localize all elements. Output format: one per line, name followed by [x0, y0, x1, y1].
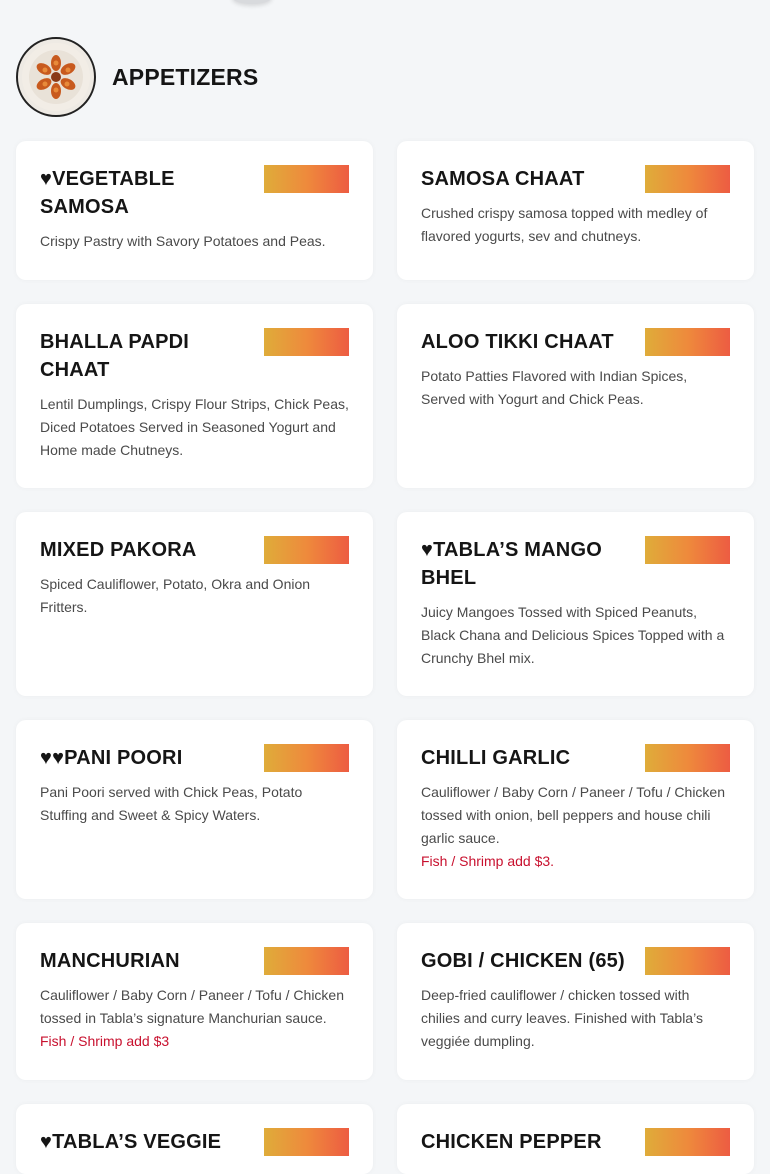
- item-description: Crispy Pastry with Savory Potatoes and P…: [40, 233, 326, 249]
- menu-item-card[interactable]: CHILLI GARLIC Cauliflower / Baby Corn / …: [397, 720, 754, 899]
- section-title: APPETIZERS: [112, 63, 259, 90]
- menu-item-card[interactable]: ♥TABLA’S MANGO BHEL Juicy Mangoes Tossed…: [397, 512, 754, 696]
- price-tag: [264, 744, 349, 772]
- price-tag: [264, 536, 349, 564]
- item-extra-note: Fish / Shrimp add $3: [40, 1033, 170, 1049]
- item-description: Crushed crispy samosa topped with medley…: [421, 205, 708, 244]
- price-tag: [264, 1128, 349, 1156]
- section-header: APPETIZERS: [16, 37, 258, 117]
- item-name: GOBI / CHICKEN (65): [421, 950, 625, 972]
- item-name: ALOO TIKKI CHAAT: [421, 331, 614, 353]
- menu-grid: ♥VEGETABLE SAMOSA Crispy Pastry with Sav…: [16, 141, 754, 1174]
- price-tag: [645, 947, 730, 975]
- item-description: Cauliflower / Baby Corn / Paneer / Tofu …: [421, 784, 726, 846]
- menu-item-card[interactable]: ♥♥PANI POORI Pani Poori served with Chic…: [16, 720, 373, 899]
- item-description: Spiced Cauliflower, Potato, Okra and Oni…: [40, 576, 311, 615]
- price-tag: [264, 947, 349, 975]
- menu-item-card[interactable]: MANCHURIAN Cauliflower / Baby Corn / Pan…: [16, 923, 373, 1080]
- item-name: ♥TABLA’S VEGGIE: [40, 1131, 222, 1153]
- item-name: SAMOSA CHAAT: [421, 168, 585, 190]
- price-tag: [645, 165, 730, 193]
- appetizer-plate-icon: [22, 43, 90, 111]
- item-name: CHICKEN PEPPER: [421, 1131, 602, 1153]
- item-name: ♥VEGETABLE SAMOSA: [40, 168, 175, 218]
- item-extra-note: Fish / Shrimp add $3.: [421, 853, 555, 869]
- price-tag: [264, 165, 349, 193]
- menu-item-card[interactable]: CHICKEN PEPPER: [397, 1104, 754, 1174]
- item-description: Juicy Mangoes Tossed with Spiced Peanuts…: [421, 604, 725, 666]
- price-tag: [645, 328, 730, 356]
- item-name: CHILLI GARLIC: [421, 747, 571, 769]
- item-description: Deep-fried cauliflower / chicken tossed …: [421, 987, 703, 1049]
- menu-item-card[interactable]: BHALLA PAPDI CHAAT Lentil Dumplings, Cri…: [16, 304, 373, 488]
- item-description: Pani Poori served with Chick Peas, Potat…: [40, 784, 303, 823]
- menu-item-card[interactable]: MIXED PAKORA Spiced Cauliflower, Potato,…: [16, 512, 373, 696]
- price-tag: [645, 536, 730, 564]
- item-name: MANCHURIAN: [40, 950, 180, 972]
- item-description: Lentil Dumplings, Crispy Flour Strips, C…: [40, 396, 349, 458]
- item-name: BHALLA PAPDI CHAAT: [40, 331, 190, 381]
- item-description: Potato Patties Flavored with Indian Spic…: [421, 368, 688, 407]
- price-tag: [264, 328, 349, 356]
- appetizer-plate-image: [16, 37, 96, 117]
- menu-item-card[interactable]: ♥TABLA’S VEGGIE: [16, 1104, 373, 1174]
- item-description: Cauliflower / Baby Corn / Paneer / Tofu …: [40, 987, 345, 1026]
- menu-item-card[interactable]: ALOO TIKKI CHAAT Potato Patties Flavored…: [397, 304, 754, 488]
- price-tag: [645, 1128, 730, 1156]
- menu-item-card[interactable]: GOBI / CHICKEN (65) Deep-fried cauliflow…: [397, 923, 754, 1080]
- price-tag: [645, 744, 730, 772]
- item-name: ♥♥PANI POORI: [40, 747, 183, 769]
- top-scroll-indicator: [232, 0, 272, 4]
- menu-item-card[interactable]: SAMOSA CHAAT Crushed crispy samosa toppe…: [397, 141, 754, 280]
- item-name: ♥TABLA’S MANGO BHEL: [421, 539, 602, 589]
- item-name: MIXED PAKORA: [40, 539, 197, 561]
- menu-item-card[interactable]: ♥VEGETABLE SAMOSA Crispy Pastry with Sav…: [16, 141, 373, 280]
